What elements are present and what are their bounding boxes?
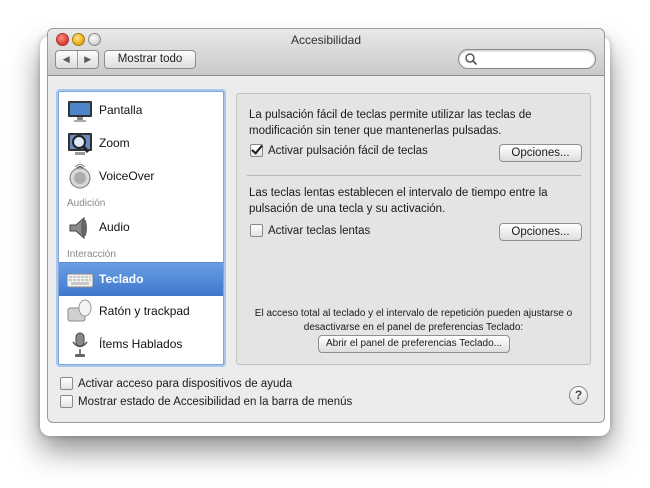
menubar-status-checkbox[interactable] [60, 395, 73, 408]
speaker-icon [69, 216, 87, 240]
forward-button[interactable]: ▶ [78, 51, 99, 68]
slow-keys-checkbox[interactable] [250, 224, 263, 237]
window-title: Accesibilidad [290, 33, 362, 47]
sticky-keys-label: Activar pulsación fácil de teclas [268, 144, 428, 157]
microphone-icon [72, 332, 88, 357]
slow-keys-options-button[interactable]: Opciones... [499, 223, 582, 241]
sidebar-item-display[interactable]: Pantalla [59, 94, 223, 127]
assistive-devices-label: Activar acceso para dispositivos de ayud… [78, 377, 293, 390]
sidebar-item-spoken-items[interactable]: Ítems Hablados [59, 328, 223, 361]
sticky-keys-options-button[interactable]: Opciones... [499, 144, 582, 162]
help-button[interactable]: ? [569, 386, 588, 405]
sticky-keys-checkbox-row[interactable]: Activar pulsación fácil de teclas [250, 144, 428, 157]
keyboard-settings-panel: La pulsación fácil de teclas permite uti… [236, 93, 591, 365]
sidebar-item-mouse-trackpad[interactable]: Ratón y trackpad [59, 295, 223, 328]
preferences-window: Accesibilidad ◀ ▶ Mostrar todo Pantalla [47, 28, 605, 423]
search-field[interactable] [458, 49, 596, 69]
slow-keys-checkbox-row[interactable]: Activar teclas lentas [250, 224, 370, 237]
sidebar-item-keyboard[interactable]: Teclado [59, 262, 223, 296]
sidebar-item-label: Ítems Hablados [99, 337, 183, 351]
nav-segment: ◀ ▶ [55, 50, 99, 69]
sticky-keys-checkbox[interactable] [250, 144, 263, 157]
section-divider [247, 175, 581, 176]
title-bar: Accesibilidad ◀ ▶ Mostrar todo [48, 29, 604, 76]
assistive-devices-row[interactable]: Activar acceso para dispositivos de ayud… [60, 377, 292, 390]
keyboard-icon [67, 273, 93, 288]
group-label-audio: Audición [67, 198, 106, 209]
show-all-button[interactable]: Mostrar todo [104, 50, 196, 69]
open-keyboard-prefs-button[interactable]: Abrir el panel de preferencias Teclado..… [318, 335, 510, 353]
sidebar-item-label: Ratón y trackpad [99, 304, 190, 318]
sidebar-item-audio[interactable]: Audio [59, 211, 223, 244]
sidebar-item-label: Pantalla [99, 103, 143, 117]
sidebar-item-label: VoiceOver [99, 169, 155, 183]
sidebar-item-zoom[interactable]: Zoom [59, 127, 223, 160]
group-label-interaction: Interacción [67, 249, 116, 260]
slow-keys-description: Las teclas lentas establecen el interval… [249, 187, 548, 215]
sidebar-item-label: Teclado [99, 272, 144, 286]
keyboard-prefs-note: El acceso total al teclado y el interval… [254, 308, 573, 333]
sidebar: Pantalla Zoom VoiceOver Audición Audio I… [58, 91, 224, 365]
menubar-status-row[interactable]: Mostrar estado de Accesibilidad en la ba… [60, 395, 352, 408]
voiceover-icon [69, 164, 91, 189]
sidebar-item-label: Zoom [99, 136, 130, 150]
back-button[interactable]: ◀ [56, 51, 78, 68]
display-icon [68, 101, 92, 122]
menubar-status-label: Mostrar estado de Accesibilidad en la ba… [78, 395, 353, 408]
assistive-devices-checkbox[interactable] [60, 377, 73, 390]
search-icon [465, 53, 478, 66]
sidebar-item-label: Audio [99, 220, 130, 234]
mouse-icon [67, 299, 92, 322]
zoom-icon [68, 133, 92, 155]
sidebar-item-voiceover[interactable]: VoiceOver [59, 160, 223, 193]
slow-keys-label: Activar teclas lentas [268, 224, 371, 237]
sticky-keys-description: La pulsación fácil de teclas permite uti… [249, 109, 532, 137]
